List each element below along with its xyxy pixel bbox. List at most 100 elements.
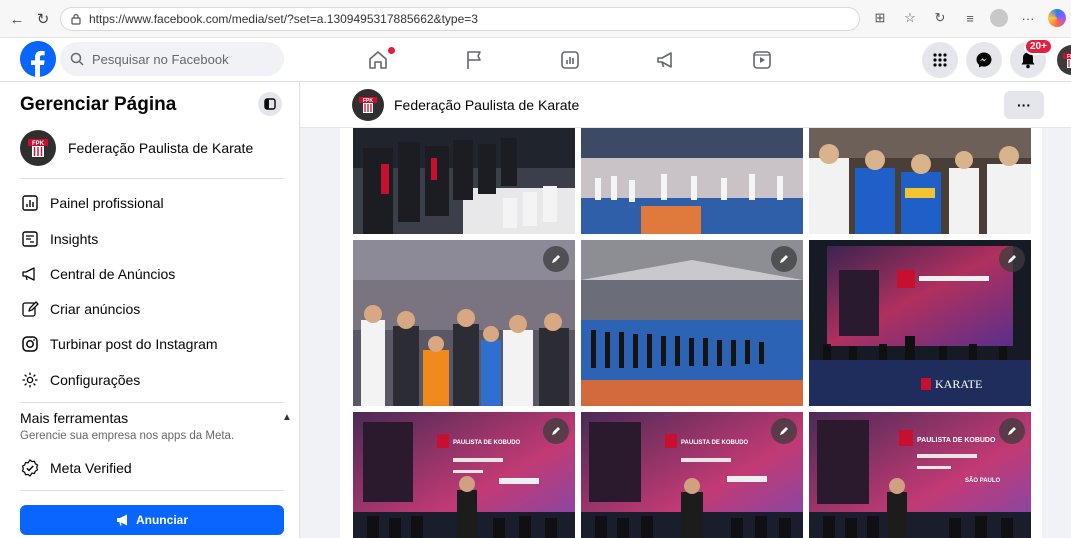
nav-home[interactable] bbox=[330, 38, 426, 82]
kobudo-stage-photo: PAULISTA DE KOBUDO SÃO PAULO bbox=[809, 412, 1031, 538]
sidebar-item-create-ads[interactable]: Criar anúncios bbox=[20, 295, 140, 323]
arena-crowd-photo bbox=[581, 128, 803, 234]
dashboard-icon bbox=[561, 51, 579, 69]
photo-grid: KARATE PAULISTA DE KOBUDO PAULISTA DE KO… bbox=[340, 128, 1042, 538]
sao-paulo-text: SÃO PAULO bbox=[965, 477, 1001, 484]
browser-profile-icon[interactable] bbox=[990, 9, 1008, 27]
nav-dashboard[interactable] bbox=[522, 38, 618, 82]
copilot-icon[interactable] bbox=[1048, 9, 1066, 27]
photo-item[interactable] bbox=[353, 240, 575, 406]
pencil-icon bbox=[780, 427, 788, 435]
karate-banner-text: KARATE bbox=[935, 377, 982, 391]
advertise-label: Anunciar bbox=[135, 513, 188, 527]
chevron-up-icon[interactable]: ▲ bbox=[282, 412, 292, 423]
kobudo-stage-photo: PAULISTA DE KOBUDO bbox=[581, 412, 803, 538]
more-options-button[interactable]: ··· bbox=[1004, 91, 1044, 119]
edit-photo-button[interactable] bbox=[543, 418, 569, 444]
menu-grid-icon bbox=[933, 53, 947, 67]
search-placeholder: Pesquisar no Facebook bbox=[92, 51, 229, 67]
browser-toolbar: ← ↻ https://www.facebook.com/media/set/?… bbox=[0, 0, 1071, 38]
nav-ads[interactable] bbox=[618, 38, 714, 82]
messenger-button[interactable] bbox=[966, 42, 1002, 78]
reload-icon[interactable]: ↻ bbox=[32, 8, 54, 30]
edit-photo-button[interactable] bbox=[999, 246, 1025, 272]
sidebar-item-professional-dashboard[interactable]: Painel profissional bbox=[20, 189, 164, 217]
search-icon bbox=[70, 52, 84, 66]
photo-item[interactable] bbox=[809, 128, 1031, 234]
photo-item[interactable]: PAULISTA DE KOBUDO SÃO PAULO bbox=[809, 412, 1031, 538]
photo-item[interactable] bbox=[353, 128, 575, 234]
apps-grid-icon[interactable]: ⊞ bbox=[870, 8, 890, 28]
facebook-logo-icon[interactable] bbox=[20, 41, 56, 77]
more-tools-title[interactable]: Mais ferramentas bbox=[20, 410, 128, 426]
edit-photo-button[interactable] bbox=[771, 246, 797, 272]
sidebar-item-label: Painel profissional bbox=[50, 195, 164, 211]
favorite-star-icon[interactable]: ☆ bbox=[900, 8, 920, 28]
photo-item[interactable]: PAULISTA DE KOBUDO bbox=[353, 412, 575, 538]
menu-button[interactable] bbox=[922, 42, 958, 78]
pencil-icon bbox=[552, 427, 560, 435]
sidebar-item-label: Insights bbox=[50, 231, 99, 247]
page-avatar: FPK bbox=[20, 130, 56, 166]
refresh-extension-icon[interactable]: ↻ bbox=[930, 8, 950, 28]
flag-icon bbox=[467, 51, 481, 69]
kobudo-title-text: PAULISTA DE KOBUDO bbox=[453, 440, 521, 446]
sidebar-divider bbox=[20, 178, 284, 179]
notification-count-badge: 20+ bbox=[1024, 38, 1053, 55]
pencil-icon bbox=[780, 255, 788, 263]
instagram-icon bbox=[20, 334, 40, 354]
sidebar-title: Gerenciar Página bbox=[20, 94, 177, 115]
arena-wide-photo bbox=[581, 240, 803, 406]
home-icon bbox=[369, 51, 387, 69]
photo-item[interactable]: PAULISTA DE KOBUDO bbox=[581, 412, 803, 538]
favorites-list-icon[interactable]: ≡ bbox=[960, 8, 980, 28]
photo-item[interactable]: KARATE bbox=[809, 240, 1031, 406]
kobudo-stage-photo: PAULISTA DE KOBUDO bbox=[353, 412, 575, 538]
gear-icon bbox=[20, 370, 40, 390]
more-tools-subtitle: Gerencie sua empresa nos apps da Meta. bbox=[20, 430, 235, 442]
search-input[interactable]: Pesquisar no Facebook bbox=[60, 42, 284, 76]
nav-video[interactable] bbox=[714, 38, 810, 82]
sidebar-item-label: Meta Verified bbox=[50, 460, 132, 476]
advertise-button[interactable]: Anunciar bbox=[20, 505, 284, 535]
sidebar-toggle-icon bbox=[264, 98, 276, 110]
sidebar-item-insights[interactable]: Insights bbox=[20, 225, 98, 253]
account-button[interactable]: FPK bbox=[1054, 42, 1071, 78]
photo-item[interactable] bbox=[581, 128, 803, 234]
page-header: FPK Federação Paulista de Karate ··· bbox=[300, 82, 1071, 128]
page-title[interactable]: Federação Paulista de Karate bbox=[394, 97, 579, 113]
collapse-sidebar-button[interactable] bbox=[258, 92, 282, 116]
page-avatar[interactable]: FPK bbox=[352, 89, 384, 121]
video-icon bbox=[753, 51, 771, 69]
pencil-icon bbox=[552, 255, 560, 263]
sidebar-item-meta-verified[interactable]: Meta Verified bbox=[20, 454, 132, 482]
manage-page-sidebar: Gerenciar Página FPK Federação Paulista … bbox=[0, 82, 300, 538]
sidebar-item-boost-instagram[interactable]: Turbinar post do Instagram bbox=[20, 330, 218, 358]
sidebar-divider bbox=[20, 490, 284, 491]
pencil-icon bbox=[1008, 255, 1016, 263]
notifications-button[interactable]: 20+ bbox=[1010, 38, 1053, 78]
edit-photo-button[interactable] bbox=[999, 418, 1025, 444]
kobudo-title-text: PAULISTA DE KOBUDO bbox=[681, 440, 749, 446]
pencil-icon bbox=[1008, 427, 1016, 435]
edit-photo-button[interactable] bbox=[543, 246, 569, 272]
account-avatar: FPK bbox=[1057, 45, 1071, 75]
address-bar[interactable]: https://www.facebook.com/media/set/?set=… bbox=[60, 7, 860, 31]
insights-icon bbox=[20, 229, 40, 249]
sidebar-divider bbox=[20, 402, 284, 403]
lock-icon bbox=[71, 13, 81, 25]
megaphone-icon bbox=[657, 52, 672, 68]
sidebar-item-ads-center[interactable]: Central de Anúncios bbox=[20, 260, 175, 288]
nav-pages[interactable] bbox=[426, 38, 522, 82]
megaphone-icon bbox=[116, 514, 127, 526]
page-switcher[interactable]: FPK Federação Paulista de Karate bbox=[20, 130, 253, 166]
sidebar-item-label: Configurações bbox=[50, 372, 141, 388]
facebook-topbar: Pesquisar no Facebook 20+ F bbox=[0, 38, 1071, 82]
ceremony-photo bbox=[353, 128, 575, 234]
athletes-photo bbox=[809, 128, 1031, 234]
edit-photo-button[interactable] bbox=[771, 418, 797, 444]
sidebar-item-settings[interactable]: Configurações bbox=[20, 366, 140, 394]
more-menu-icon[interactable]: ··· bbox=[1018, 8, 1038, 28]
back-icon[interactable]: ← bbox=[6, 8, 28, 30]
photo-item[interactable] bbox=[581, 240, 803, 406]
